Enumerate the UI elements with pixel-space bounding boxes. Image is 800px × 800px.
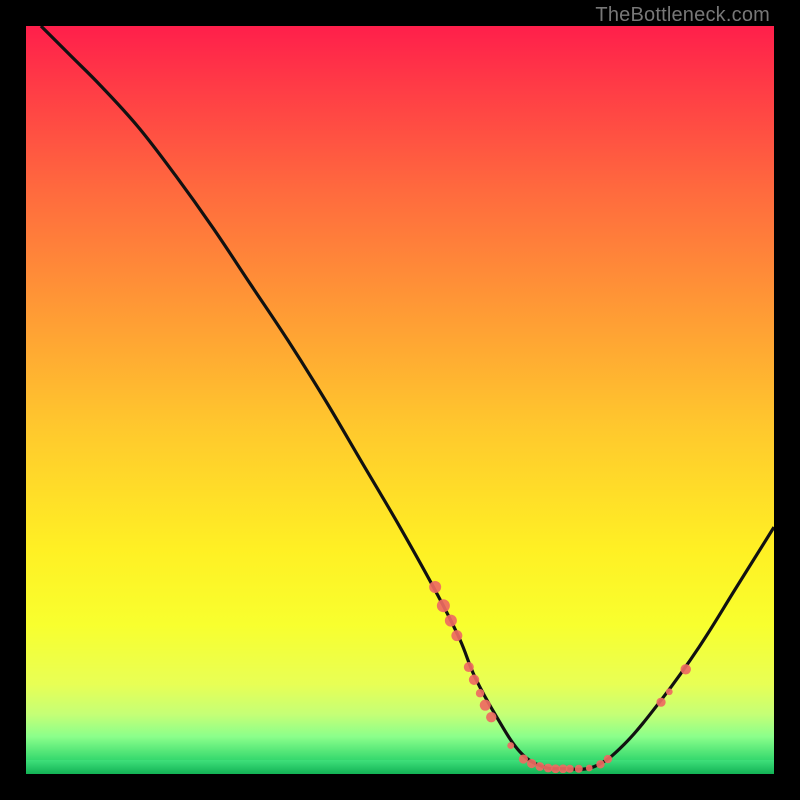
curve-marker xyxy=(596,760,604,768)
curve-marker xyxy=(527,759,536,768)
curve-marker xyxy=(681,664,691,674)
curve-marker xyxy=(656,698,665,707)
curve-marker xyxy=(535,762,544,771)
curve-marker xyxy=(544,764,553,773)
curve-marker xyxy=(566,765,574,773)
curve-marker xyxy=(480,700,491,711)
curve-marker xyxy=(519,754,528,763)
chart-svg xyxy=(26,26,774,774)
bottleneck-curve-path xyxy=(41,26,774,769)
curve-marker xyxy=(464,662,474,672)
curve-marker xyxy=(445,615,457,627)
curve-marker xyxy=(437,599,450,612)
curve-markers-group xyxy=(429,581,691,773)
curve-marker xyxy=(469,675,479,685)
curve-marker xyxy=(551,764,560,773)
curve-marker xyxy=(586,765,593,772)
curve-marker xyxy=(429,581,441,593)
curve-marker xyxy=(575,765,583,773)
curve-marker xyxy=(486,712,496,722)
curve-marker xyxy=(604,755,612,763)
curve-marker xyxy=(666,688,673,695)
watermark-text: TheBottleneck.com xyxy=(595,4,770,27)
chart-frame xyxy=(26,26,774,774)
curve-marker xyxy=(451,630,462,641)
curve-marker xyxy=(507,742,514,749)
curve-marker xyxy=(476,689,484,697)
